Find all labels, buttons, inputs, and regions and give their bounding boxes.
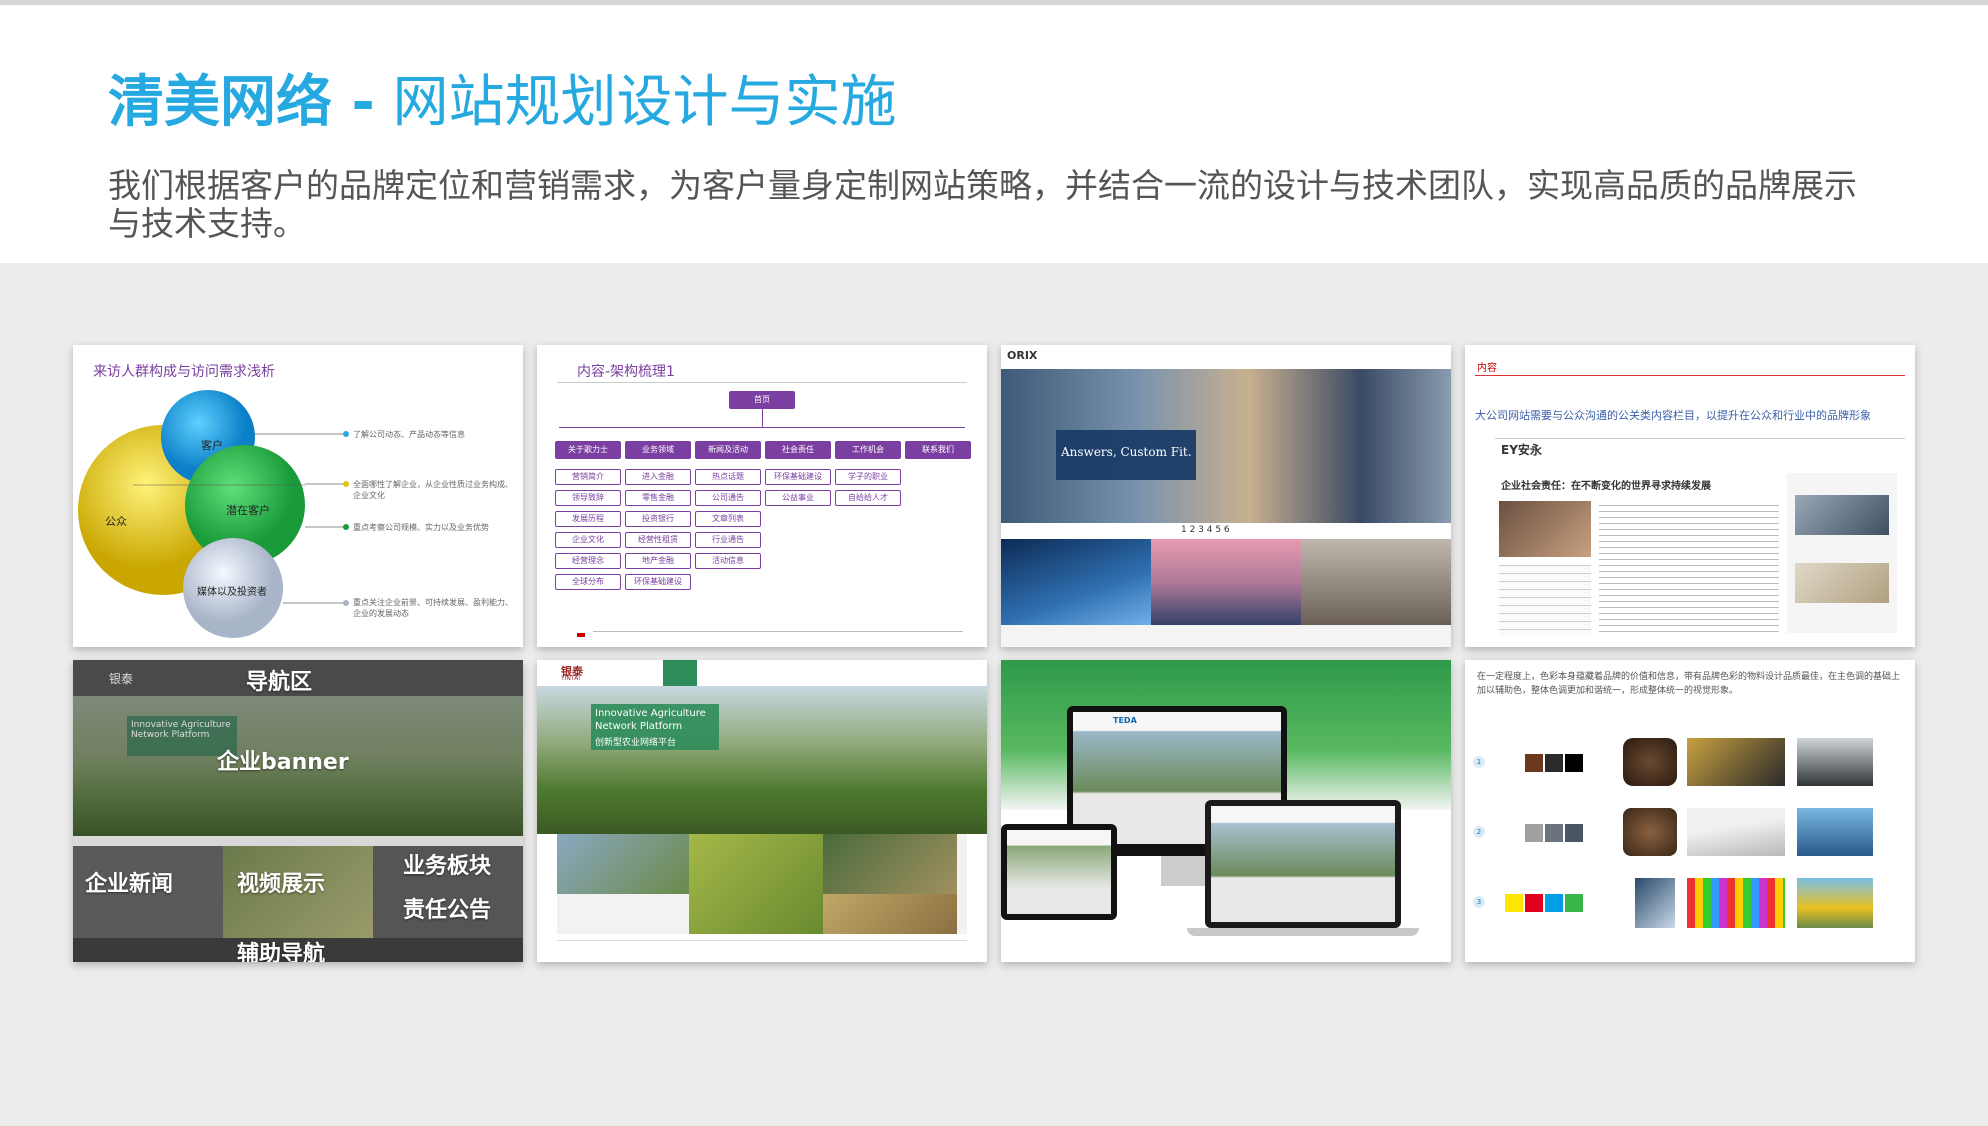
arch-top-4: 社会责任 — [765, 441, 831, 459]
row-number-2: 2 — [1473, 826, 1485, 838]
thumb-color-scheme: 在一定程度上，色彩本身蕴藏着品牌的价值和信息，带有品牌色彩的物料设计品质最佳，在… — [1465, 660, 1915, 962]
swatch-gray — [1525, 824, 1543, 842]
ey-article-title: 企业社会责任：在不断变化的世界寻求持续发展 — [1501, 481, 1711, 492]
thumb-audience-analysis: 来访人群构成与访问需求浅析 客户 潜在客户 公众 媒体以及投资者 了解公司动态、… — [73, 345, 523, 647]
ey-article-photo — [1499, 501, 1591, 557]
swatch-darkgray — [1545, 754, 1563, 772]
arch-sub: 地产金融 — [625, 553, 691, 569]
banner-en: Innovative Agriculture Network Platform — [131, 720, 231, 740]
image-handbag — [1623, 738, 1677, 786]
swatch-black — [1565, 754, 1583, 772]
color-description: 在一定程度上，色彩本身蕴藏着品牌的价值和信息，带有品牌色彩的物料设计品质最佳，在… — [1477, 672, 1901, 696]
image-players — [1687, 878, 1785, 928]
label-nav: 导航区 — [246, 670, 313, 695]
arch-sub: 热点话题 — [695, 469, 761, 485]
arch-sub: 经营性租赁 — [625, 532, 691, 548]
thumb-architecture: 内容-架构梳理1 首页 关于歌力士 业务领域 新闻及活动 社会责任 工作机会 联… — [537, 345, 987, 647]
orix-pagination: 1 2 3 4 5 6 — [1181, 525, 1230, 535]
arch-sub: 公司通告 — [695, 490, 761, 506]
arch-sub: 文章列表 — [695, 511, 761, 527]
yintai-banner-en: Innovative Agriculture Network Platform — [595, 708, 706, 732]
thumb2-title: 内容-架构梳理1 — [577, 364, 675, 380]
image-car-yellow — [1797, 878, 1873, 928]
teda-logo: TEDA — [1113, 716, 1137, 725]
arch-sub: 全球分布 — [555, 574, 621, 590]
image-car-dark — [1797, 738, 1873, 786]
arch-top-2: 业务领域 — [625, 441, 691, 459]
arch-top-3: 新闻及活动 — [695, 441, 761, 459]
label-banner: 企业banner — [217, 750, 349, 775]
swatch-blue — [1545, 894, 1563, 912]
arch-sub: 学子的职业 — [835, 469, 901, 485]
thumb4-label: 内容 — [1477, 363, 1497, 374]
arch-sub: 环保基础建设 — [625, 574, 691, 590]
arch-sub: 经营理念 — [555, 553, 621, 569]
note-4: 重点关注企业前景、可持续发展、盈利能力、企业的发展动态 — [353, 598, 513, 618]
thumb-yintai-home: 银泰 YINTAI Innovative Agriculture Network… — [537, 660, 987, 962]
swatch-slate — [1545, 824, 1563, 842]
note-1: 了解公司动态、产品动态等信息 — [353, 430, 465, 439]
arch-sub: 活动信息 — [695, 553, 761, 569]
swatch-green — [1565, 894, 1583, 912]
arch-sub: 进入金融 — [625, 469, 691, 485]
label-news: 企业新闻 — [85, 872, 174, 897]
yintai-nav-active[interactable] — [663, 660, 697, 686]
label-business: 业务板块 — [403, 854, 492, 879]
thumb-layout-annotation: 银泰 Innovative Agriculture Network Platfo… — [73, 660, 523, 962]
orix-tile-2 — [1151, 539, 1301, 625]
arch-top-1: 关于歌力士 — [555, 441, 621, 459]
thumb-ey-content: 内容 大公司网站需要与公众沟通的公关类内容栏目，以提升在公众和行业中的品牌形象 … — [1465, 345, 1915, 647]
orix-logo: ORIX — [1007, 349, 1038, 362]
thumb-orix-site: ORIX Answers, Custom Fit. 1 2 3 4 5 6 — [1001, 345, 1451, 647]
arch-sub: 企业文化 — [555, 532, 621, 548]
arch-root: 首页 — [729, 391, 795, 409]
image-headphones — [1635, 878, 1675, 928]
arch-sub: 环保基础建设 — [765, 469, 831, 485]
arch-sub: 领导致辞 — [555, 490, 621, 506]
row-number-3: 3 — [1473, 896, 1485, 908]
label-video: 视频展示 — [237, 872, 326, 897]
swatch-brown — [1525, 754, 1543, 772]
arch-sub: 公益事业 — [765, 490, 831, 506]
yintai-logo: 银泰 — [109, 672, 134, 686]
arch-sub: 投资银行 — [625, 511, 691, 527]
swatch-red — [1525, 894, 1543, 912]
image-bag — [1623, 808, 1677, 856]
orix-tile-3 — [1301, 539, 1451, 625]
yintai-home-logo-en: YINTAI — [561, 675, 580, 682]
arch-sub: 零售金融 — [625, 490, 691, 506]
yintai-banner-cn: 创新型农业网络平台 — [595, 738, 677, 748]
orix-tile-1 — [1001, 539, 1151, 625]
arch-sub: 营销简介 — [555, 469, 621, 485]
thumb4-headline: 大公司网站需要与公众沟通的公关类内容栏目，以提升在公众和行业中的品牌形象 — [1475, 409, 1871, 422]
image-phone — [1687, 738, 1785, 786]
image-car-blue — [1797, 808, 1873, 856]
swatch-steel — [1565, 824, 1583, 842]
thumb-teda-devices: TEDA — [1001, 660, 1451, 962]
arch-sub: 自给给人才 — [835, 490, 901, 506]
page-title: 清美网络 - 网站规划设计与实施 — [108, 70, 897, 135]
header: 清美网络 - 网站规划设计与实施 我们根据客户的品牌定位和营销需求，为客户量身定… — [0, 5, 1988, 263]
circle-label-public: 公众 — [105, 515, 127, 528]
arch-sub: 发展历程 — [555, 511, 621, 527]
swatch-yellow — [1505, 894, 1523, 912]
label-aux-nav: 辅助导航 — [237, 942, 326, 962]
arch-top-6: 联系我们 — [905, 441, 971, 459]
row-number-1: 1 — [1473, 756, 1485, 768]
circle-label-customer: 客户 — [201, 439, 223, 452]
ey-logo: EY安永 — [1501, 443, 1542, 457]
orix-slogan: Answers, Custom Fit. — [1061, 445, 1192, 459]
page-subtitle: 我们根据客户的品牌定位和营销需求，为客户量身定制网站策略，并结合一流的设计与技术… — [108, 166, 1857, 243]
arch-sub: 行业通告 — [695, 532, 761, 548]
note-3: 重点考察公司规模、实力以及业务优势 — [353, 523, 489, 532]
label-responsibility: 责任公告 — [403, 898, 492, 923]
circle-label-media: 媒体以及投资者 — [197, 587, 267, 598]
circle-label-potential: 潜在客户 — [226, 504, 270, 517]
image-laptop — [1687, 808, 1785, 856]
note-2: 全面哪性了解企业，从企业性质过业务构成、企业文化 — [353, 480, 513, 500]
arch-top-5: 工作机会 — [835, 441, 901, 459]
